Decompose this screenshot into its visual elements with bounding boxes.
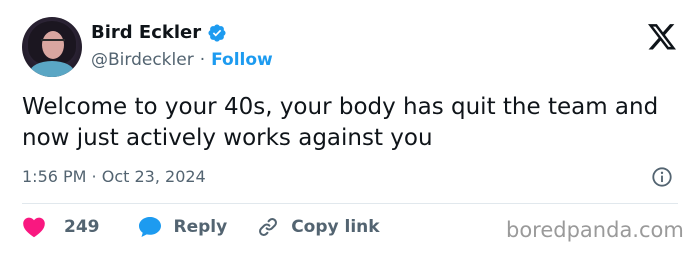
- link-icon: [257, 216, 279, 238]
- watermark: boredpanda.com: [506, 218, 684, 242]
- verified-badge-icon: [207, 23, 227, 43]
- follow-button[interactable]: Follow: [211, 49, 273, 71]
- reply-button[interactable]: Reply: [138, 216, 228, 238]
- tweet-text: Welcome to your 40s, your body has quit …: [22, 94, 659, 151]
- speech-bubble-icon: [138, 216, 162, 238]
- like-count: 249: [64, 217, 100, 237]
- handle-separator: ·: [199, 50, 206, 70]
- info-icon[interactable]: [651, 166, 673, 188]
- author-name-row: Bird Eckler: [91, 22, 227, 44]
- avatar-face: [42, 31, 64, 59]
- avatar[interactable]: [22, 17, 82, 77]
- copy-link-button[interactable]: Copy link: [257, 216, 380, 238]
- like-button[interactable]: 249: [22, 216, 100, 238]
- tweet-card: Bird Eckler @Birdeckler · Follow Welcome…: [0, 0, 700, 256]
- avatar-shirt: [30, 61, 74, 77]
- actions-divider: [22, 203, 678, 204]
- author-display-name[interactable]: Bird Eckler: [91, 22, 201, 44]
- tweet-timestamp[interactable]: 1:56 PM · Oct 23, 2024: [22, 166, 206, 188]
- heart-icon: [22, 216, 46, 238]
- author-handle-row: @Birdeckler · Follow: [91, 49, 273, 71]
- x-logo-icon[interactable]: [648, 24, 676, 50]
- author-handle[interactable]: @Birdeckler: [91, 49, 194, 71]
- copy-link-label: Copy link: [291, 217, 380, 237]
- avatar-glasses: [41, 39, 65, 45]
- tweet-actions: 249 Reply Copy link: [22, 216, 380, 238]
- reply-label: Reply: [173, 217, 228, 237]
